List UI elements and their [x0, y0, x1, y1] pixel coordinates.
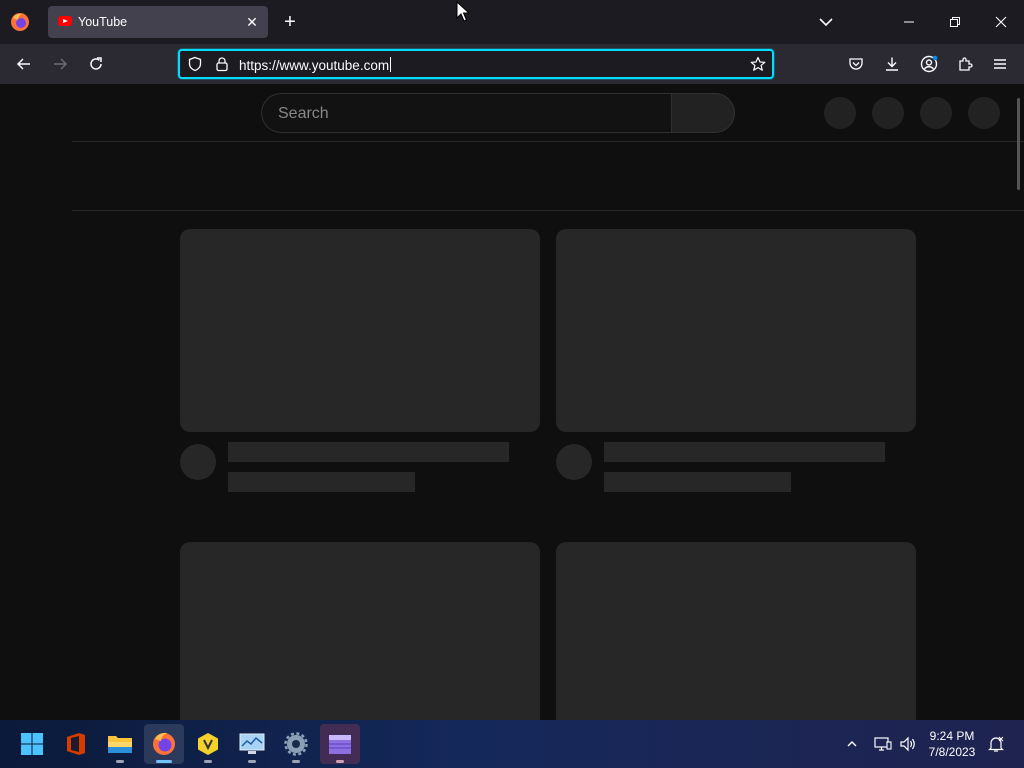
search-button[interactable] — [671, 93, 735, 133]
header-icon-placeholder[interactable] — [824, 97, 856, 129]
pocket-button[interactable] — [844, 52, 868, 76]
page-scrollbar[interactable] — [1017, 98, 1020, 190]
notifications-icon[interactable] — [986, 734, 1006, 754]
search-placeholder: Search — [278, 105, 329, 122]
video-thumbnail-placeholder[interactable] — [556, 542, 916, 720]
running-indicator — [336, 760, 344, 763]
app-hexagon-icon — [198, 733, 218, 755]
header-icon-placeholder[interactable] — [968, 97, 1000, 129]
account-icon — [920, 55, 938, 73]
close-icon — [995, 16, 1007, 28]
close-window-button[interactable] — [978, 0, 1024, 44]
taskbar-settings[interactable] — [276, 724, 316, 764]
firefox-icon — [153, 732, 175, 755]
puzzle-icon — [959, 57, 973, 71]
header-divider — [72, 141, 1024, 142]
navigation-toolbar: https://www.youtube.com — [0, 44, 1024, 84]
mouse-cursor-icon — [456, 0, 471, 23]
video-title-placeholder — [228, 442, 509, 462]
app-menu-button[interactable] — [988, 52, 1012, 76]
running-indicator — [116, 760, 124, 763]
restore-button[interactable] — [932, 0, 978, 44]
windows-taskbar: 9:24 PM 7/8/2023 — [0, 720, 1024, 768]
tab-youtube[interactable]: YouTube ✕ — [48, 6, 268, 38]
system-clock[interactable]: 9:24 PM 7/8/2023 — [920, 728, 984, 760]
taskbar-file-explorer[interactable] — [100, 724, 140, 764]
windows-logo-icon — [21, 733, 43, 755]
arrow-right-icon — [54, 58, 68, 70]
tab-title: YouTube — [78, 15, 128, 29]
shield-icon[interactable] — [187, 56, 203, 77]
video-title-placeholder — [604, 442, 885, 462]
tab-strip: YouTube ✕ + — [0, 0, 1024, 44]
header-icon-placeholder[interactable] — [920, 97, 952, 129]
video-thumbnail-placeholder[interactable] — [556, 229, 916, 432]
chevron-up-icon — [847, 741, 857, 747]
taskbar-resource-monitor[interactable] — [232, 724, 272, 764]
chips-divider — [72, 210, 1024, 211]
arrow-left-icon — [16, 58, 30, 70]
taskbar-clapper[interactable] — [320, 724, 360, 764]
downloads-button[interactable] — [880, 52, 904, 76]
channel-avatar-placeholder — [180, 444, 216, 480]
hamburger-menu-icon — [994, 59, 1006, 69]
minimize-button[interactable] — [886, 0, 932, 44]
search-input[interactable]: Search — [261, 93, 671, 133]
back-button[interactable] — [12, 52, 36, 76]
running-indicator — [292, 760, 300, 763]
address-input[interactable]: https://www.youtube.com — [239, 57, 392, 73]
active-indicator — [156, 760, 172, 763]
reload-button[interactable] — [84, 52, 108, 76]
office-icon — [67, 733, 85, 755]
list-all-tabs-button[interactable] — [814, 10, 838, 34]
clapperboard-icon — [329, 735, 351, 754]
url-text: https://www.youtube.com — [239, 58, 390, 73]
clock-date: 7/8/2023 — [928, 745, 976, 759]
restore-icon — [950, 17, 960, 27]
start-button[interactable] — [12, 724, 52, 764]
reload-icon — [90, 57, 102, 70]
gear-icon — [284, 732, 308, 756]
download-icon — [886, 57, 898, 71]
video-thumbnail-placeholder[interactable] — [180, 542, 540, 720]
lock-icon[interactable] — [214, 56, 230, 77]
channel-avatar-placeholder — [556, 444, 592, 480]
minimize-icon — [904, 21, 914, 23]
volume-icon[interactable] — [898, 734, 918, 754]
text-caret — [390, 57, 392, 72]
show-hidden-icons[interactable] — [842, 734, 862, 754]
bookmark-star-icon[interactable] — [750, 56, 766, 77]
extensions-button[interactable] — [953, 52, 977, 76]
youtube-favicon-icon — [58, 16, 72, 26]
header-icon-placeholder[interactable] — [872, 97, 904, 129]
running-indicator — [204, 760, 212, 763]
clock-time: 9:24 PM — [929, 729, 975, 743]
chevron-down-icon — [819, 18, 833, 27]
monitor-chart-icon — [239, 733, 265, 754]
new-tab-button[interactable]: + — [278, 10, 302, 34]
taskbar-app-yellow[interactable] — [188, 724, 228, 764]
firefox-view-icon[interactable] — [10, 12, 30, 32]
youtube-page: Search — [0, 84, 1024, 720]
pocket-icon — [849, 58, 863, 70]
folder-icon — [108, 736, 132, 753]
account-button[interactable] — [917, 52, 941, 76]
video-meta-placeholder — [604, 472, 791, 492]
forward-button[interactable] — [48, 52, 72, 76]
running-indicator — [248, 760, 256, 763]
network-icon[interactable] — [873, 734, 893, 754]
video-meta-placeholder — [228, 472, 415, 492]
tab-close-icon[interactable]: ✕ — [242, 12, 262, 32]
taskbar-office[interactable] — [56, 724, 96, 764]
taskbar-firefox[interactable] — [144, 724, 184, 764]
video-thumbnail-placeholder[interactable] — [180, 229, 540, 432]
address-bar[interactable]: https://www.youtube.com — [178, 49, 774, 79]
